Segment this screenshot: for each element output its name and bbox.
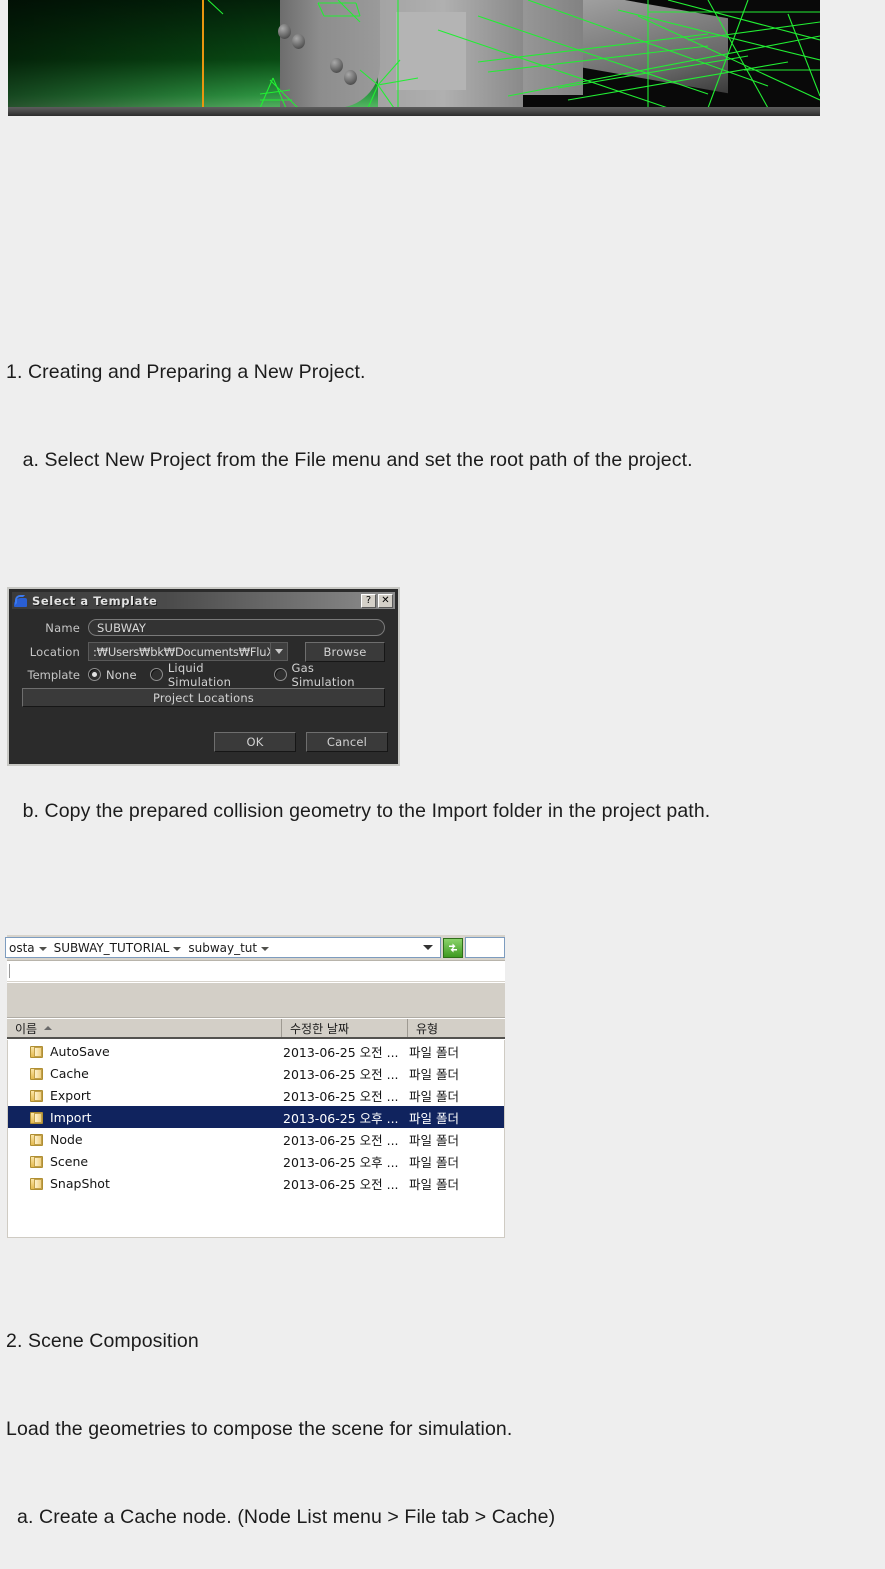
table-row[interactable]: Node 2013-06-25 오전 ... 파일 폴더 [8, 1128, 504, 1150]
cell-file-name: SnapShot [50, 1175, 110, 1191]
folder-icon [30, 1045, 44, 1058]
table-row[interactable]: AutoSave 2013-06-25 오전 ... 파일 폴더 [8, 1040, 504, 1062]
cell-date-modified: 2013-06-25 오전 ... [283, 1044, 399, 1060]
cell-file-type: 파일 폴더 [409, 1132, 459, 1148]
table-row[interactable]: SnapShot 2013-06-25 오전 ... 파일 폴더 [8, 1172, 504, 1194]
template-label: Template [27, 667, 80, 682]
project-name-input[interactable]: SUBWAY [88, 619, 385, 636]
cell-file-name: Node [50, 1131, 83, 1147]
cell-date-modified: 2013-06-25 오전 ... [283, 1132, 399, 1148]
cell-file-name: Scene [50, 1153, 89, 1169]
name-label: Name [45, 620, 80, 635]
cell-file-type: 파일 폴더 [409, 1066, 459, 1082]
select-template-dialog: Select a Template ? ✕ Name SUBWAY Locati… [7, 587, 400, 766]
search-input[interactable] [465, 937, 505, 958]
location-combobox[interactable]: :₩Users₩bk₩Documents₩FluX [88, 642, 288, 661]
folder-icon [30, 1067, 44, 1080]
folder-icon [30, 1133, 44, 1146]
cell-date-modified: 2013-06-25 오전 ... [283, 1066, 399, 1082]
radio-icon [88, 668, 101, 681]
radio-icon [149, 668, 163, 681]
dialog-window-buttons: ? ✕ [361, 593, 395, 608]
cell-file-type: 파일 폴더 [409, 1044, 459, 1060]
folder-icon [30, 1177, 44, 1190]
cell-date-modified: 2013-06-25 오후 ... [283, 1110, 399, 1126]
explorer-file-list: AutoSave 2013-06-25 오전 ... 파일 폴더 Cache 2013-… [7, 1040, 505, 1238]
cell-file-type: 파일 폴더 [409, 1110, 459, 1126]
close-icon[interactable]: ✕ [378, 593, 393, 608]
help-icon[interactable]: ? [361, 593, 376, 608]
location-row: Location :₩Users₩bk₩Documents₩FluX Brows… [22, 641, 385, 662]
cell-file-name: Import [50, 1109, 92, 1125]
cell-file-name: Cache [50, 1065, 89, 1081]
viewport-wireframe-overlay [207, 0, 820, 109]
paragraph-2a: a. Create a Cache node. (Node List menu … [6, 1506, 556, 1528]
breadcrumb[interactable]: osta SUBWAY_TUTORIAL subway_tut [5, 937, 441, 958]
file-explorer-window: osta SUBWAY_TUTORIAL subway_tut 이름 수정한 날… [5, 935, 505, 1238]
dialog-title: Select a Template [32, 593, 158, 608]
address-dropdown-icon[interactable] [423, 945, 433, 950]
cell-date-modified: 2013-06-25 오전 ... [283, 1176, 399, 1192]
name-row: Name SUBWAY [22, 617, 385, 638]
cell-file-type: 파일 폴더 [409, 1088, 459, 1104]
cancel-button[interactable]: Cancel [306, 732, 388, 752]
location-label: Location [29, 644, 80, 659]
browse-button[interactable]: Browse [305, 641, 385, 662]
column-header-date[interactable]: 수정한 날짜 [282, 1019, 408, 1037]
explorer-toolbar-upper [7, 962, 505, 982]
cell-file-type: 파일 폴더 [409, 1176, 459, 1192]
location-value: :₩Users₩bk₩Documents₩FluX [93, 644, 270, 659]
cell-file-type: 파일 폴더 [409, 1154, 459, 1170]
chevron-down-icon [38, 946, 47, 951]
radio-label: Liquid Simulation [167, 660, 232, 689]
radio-label: None [106, 667, 137, 682]
sort-ascending-icon [44, 1026, 53, 1030]
folder-icon [30, 1089, 44, 1102]
column-header-name[interactable]: 이름 [7, 1019, 282, 1037]
heading-section-1: 1. Creating and Preparing a New Project. [6, 361, 366, 383]
cell-file-name: Export [50, 1087, 91, 1103]
cell-date-modified: 2013-06-25 오전 ... [283, 1088, 399, 1104]
radio-template-liquid[interactable]: Liquid Simulation [149, 660, 261, 689]
table-row[interactable]: Import 2013-06-25 오후 ... 파일 폴더 [8, 1106, 504, 1128]
dialog-footer: OK Cancel [214, 732, 388, 752]
paragraph-2-intro: Load the geometries to compose the scene… [6, 1418, 513, 1440]
template-options-row: Template None Liquid Simulation Gas Simu… [22, 661, 385, 689]
heading-section-2: 2. Scene Composition [6, 1330, 199, 1352]
radio-template-gas[interactable]: Gas Simulation [273, 660, 373, 689]
chevron-down-icon[interactable] [270, 643, 287, 660]
cell-file-name: AutoSave [50, 1043, 110, 1059]
viewport-screenshot [8, 0, 820, 116]
radio-icon [273, 668, 287, 681]
folder-icon [30, 1111, 44, 1124]
project-locations-button[interactable]: Project Locations [22, 688, 385, 707]
radio-label: Gas Simulation [291, 660, 355, 689]
dialog-title-bar[interactable]: Select a Template ? ✕ [12, 592, 395, 609]
flux-app-icon [14, 594, 27, 607]
table-row[interactable]: Cache 2013-06-25 오전 ... 파일 폴더 [8, 1062, 504, 1084]
column-header-name-label: 이름 [15, 1021, 38, 1036]
table-row[interactable]: Scene 2013-06-25 오후 ... 파일 폴더 [8, 1150, 504, 1172]
explorer-toolbar-lower [7, 983, 505, 1018]
chevron-down-icon [261, 946, 270, 951]
viewport-ground-plane [8, 107, 820, 116]
refresh-icon[interactable] [443, 937, 463, 958]
folder-icon [30, 1155, 44, 1168]
cell-date-modified: 2013-06-25 오후 ... [283, 1154, 399, 1170]
breadcrumb-item-2[interactable]: subway_tut [185, 941, 258, 955]
paragraph-1b: b. Copy the prepared collision geometry … [6, 800, 711, 822]
explorer-address-bar: osta SUBWAY_TUTORIAL subway_tut [5, 935, 505, 961]
column-header-type[interactable]: 유형 [408, 1019, 505, 1037]
paragraph-1a: a. Select New Project from the File menu… [6, 449, 693, 471]
breadcrumb-item-1[interactable]: SUBWAY_TUTORIAL [51, 941, 171, 955]
table-row[interactable]: Export 2013-06-25 오전 ... 파일 폴더 [8, 1084, 504, 1106]
radio-template-none[interactable]: None [88, 668, 137, 682]
explorer-column-headers: 이름 수정한 날짜 유형 [7, 1019, 505, 1039]
chevron-down-icon [173, 946, 182, 951]
ok-button[interactable]: OK [214, 732, 296, 752]
toolbar-divider [9, 964, 10, 978]
breadcrumb-item-0[interactable]: osta [6, 941, 36, 955]
